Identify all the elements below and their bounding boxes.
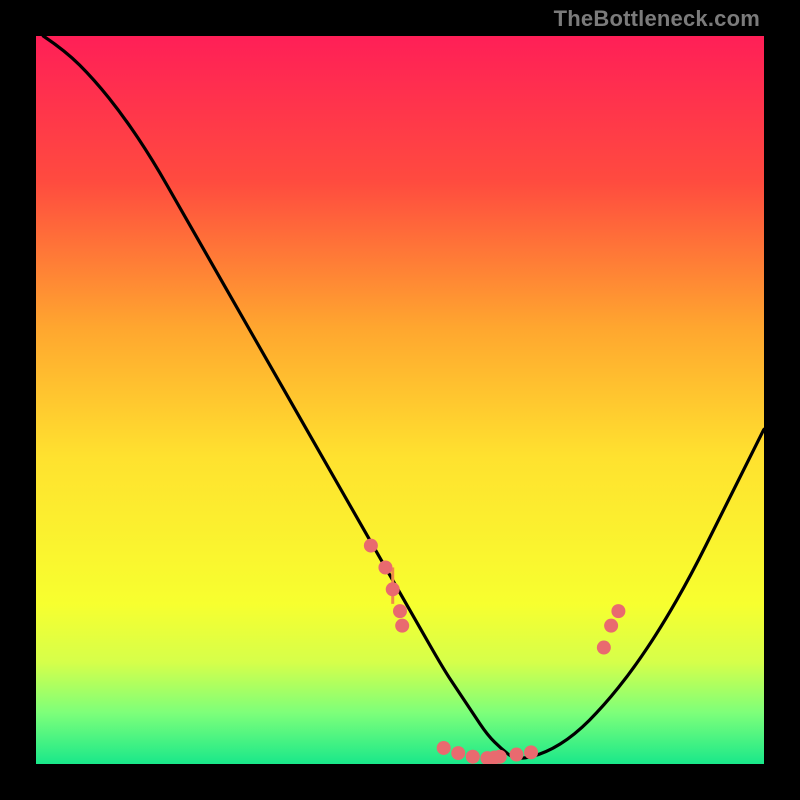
data-marker [493,750,507,764]
chart-svg [36,36,764,764]
data-marker [395,619,409,633]
data-marker [386,582,400,596]
data-marker [597,641,611,655]
data-marker [393,604,407,618]
data-marker [604,619,618,633]
data-marker [364,539,378,553]
chart-background-gradient [36,36,764,764]
data-marker [437,741,451,755]
data-marker [509,748,523,762]
chart-plot-area [36,36,764,764]
data-marker [611,604,625,618]
data-marker [451,746,465,760]
attribution-label: TheBottleneck.com [554,6,760,32]
data-marker [466,750,480,764]
data-marker [378,560,392,574]
data-marker [524,745,538,759]
